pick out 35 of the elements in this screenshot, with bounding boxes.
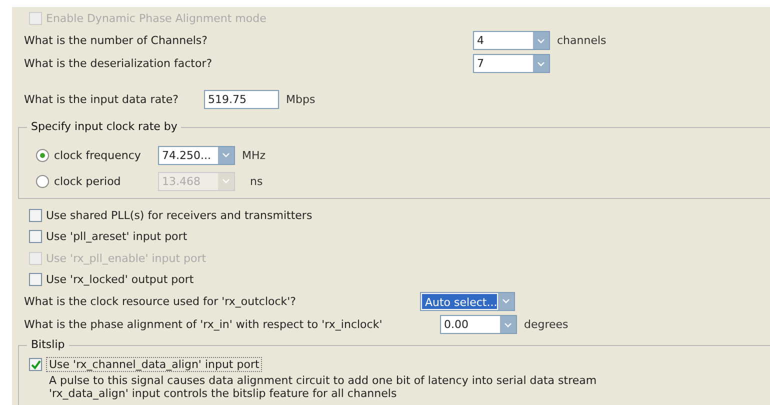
checkbox-label: Use 'pll_areset' input port — [46, 230, 188, 244]
unit-label: degrees — [524, 318, 568, 332]
radio-label: clock period — [54, 174, 122, 188]
chevron-down-icon — [221, 176, 231, 186]
radio-label: clock frequency — [54, 148, 142, 162]
checkbox-label: Use shared PLL(s) for receivers and transmitters — [46, 209, 312, 222]
checkbox-label: Enable Dynamic Phase Alignment mode — [46, 12, 266, 24]
description-text: A pulse to this signal causes data alignment circuit to add one bit of latency into serial data stream — [49, 374, 598, 388]
unit-label: Mbps — [286, 92, 316, 106]
checkbox[interactable] — [29, 358, 42, 372]
unit-label: channels — [557, 34, 606, 47]
question-label: What is the clock resource used for 'rx_outclock'? — [24, 294, 298, 308]
radio-button[interactable] — [36, 148, 49, 162]
question-label: What is the phase alignment of 'rx_in' with respect to 'rx_inclock' — [24, 318, 384, 332]
question-label: What is the input data rate? — [24, 92, 180, 106]
question-label: What is the number of Channels? — [24, 34, 208, 47]
dropdown[interactable]: 7 — [473, 54, 550, 73]
description-text: 'rx_data_align' input controls the bitslip feature for all channels — [49, 387, 398, 400]
checkbox-label: Use 'rx_pll_enable' input port — [46, 252, 206, 265]
unit-label: MHz — [242, 148, 266, 162]
unit-label: ns — [250, 174, 263, 188]
checkbox-label: Use 'rx_channel_data_align' input port — [46, 357, 262, 372]
dropdown[interactable]: 4 — [473, 31, 550, 50]
chevron-down-icon — [221, 150, 231, 160]
group-title: Bitslip — [27, 338, 69, 352]
checkbox-label: Use 'rx_locked' output port — [46, 273, 194, 286]
question-label: What is the deserialization factor? — [24, 57, 214, 70]
dropdown[interactable]: 0.00 — [440, 315, 517, 334]
checkbox[interactable] — [29, 273, 42, 286]
checkbox[interactable] — [29, 209, 42, 222]
data-rate-field[interactable]: 519.75 — [204, 90, 279, 108]
dropdown[interactable]: Auto select... — [420, 292, 515, 311]
group-title: Specify input clock rate by — [27, 120, 182, 133]
checkbox[interactable] — [29, 230, 42, 244]
dropdown[interactable]: 74.250... — [158, 146, 235, 164]
